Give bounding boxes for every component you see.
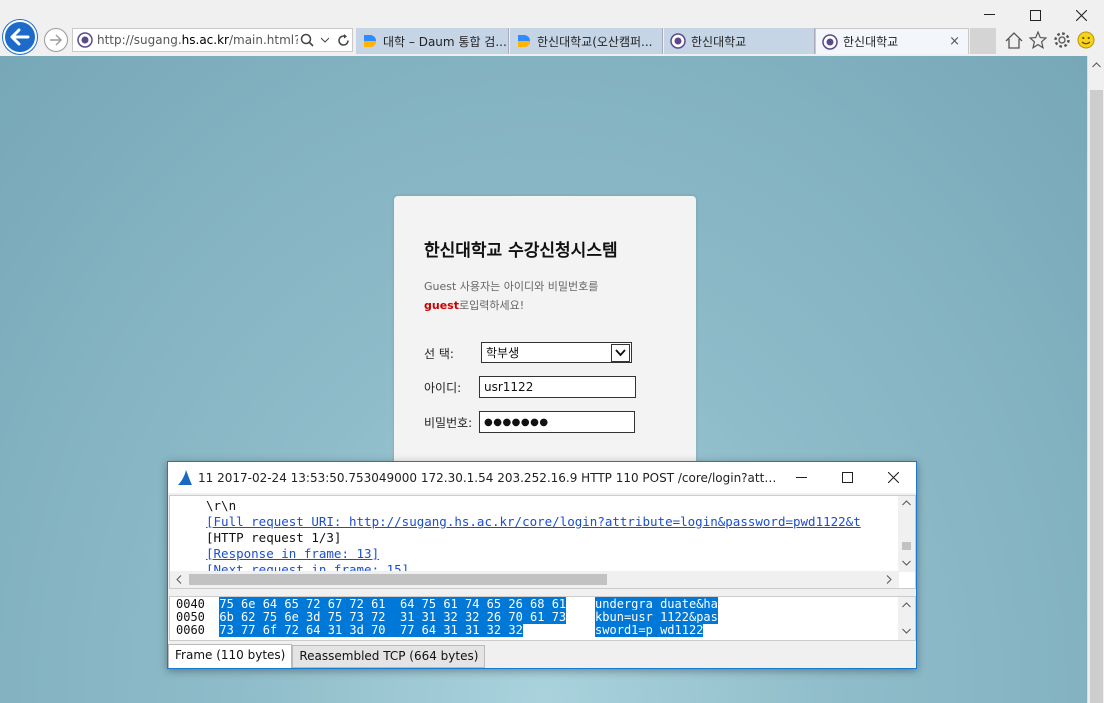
- select-label: 선 택:: [424, 347, 454, 361]
- password-label: 비밀번호:: [424, 416, 473, 430]
- star-icon: [1029, 31, 1047, 49]
- packet-bytes-pane[interactable]: 0040 75 6e 64 65 72 67 72 61 64 75 61 74…: [169, 596, 916, 641]
- arrow-right-icon: [50, 34, 62, 46]
- hex-row: 0060 73 77 6f 72 64 31 3d 70 77 64 31 31…: [176, 623, 704, 637]
- university-emblem-icon: [822, 33, 838, 50]
- university-emblem-icon: [77, 32, 93, 48]
- home-icon: [1005, 31, 1023, 49]
- tab-hanshin-osan[interactable]: 한신대학교(오산캠퍼...: [510, 28, 663, 54]
- minimize-icon: [795, 476, 807, 478]
- scrollbar-thumb[interactable]: [1090, 90, 1103, 703]
- search-icon: [300, 33, 314, 47]
- address-url[interactable]: http://sugang.hs.ac.kr/main.html?fak: [97, 33, 298, 47]
- chevron-left-icon[interactable]: [176, 575, 182, 584]
- packet-close-button[interactable]: [870, 462, 916, 493]
- select-arrow-button[interactable]: [611, 344, 630, 362]
- search-dropdown-button[interactable]: [298, 29, 316, 51]
- scroll-up-button[interactable]: [1088, 56, 1104, 73]
- refresh-button[interactable]: [334, 29, 352, 51]
- arrow-left-icon: [10, 28, 30, 46]
- response-frame-link[interactable]: [Response in frame: 13]: [206, 546, 379, 561]
- tab-close-button[interactable]: ×: [949, 34, 960, 49]
- tab-frame-bytes[interactable]: Frame (110 bytes): [168, 644, 293, 668]
- packet-maximize-button[interactable]: [824, 462, 870, 493]
- minimize-button[interactable]: [966, 0, 1012, 30]
- home-button[interactable]: [1004, 30, 1024, 50]
- id-input[interactable]: usr1122: [479, 376, 636, 398]
- password-input[interactable]: ●●●●●●●: [479, 411, 635, 433]
- detail-vertical-scrollbar[interactable]: [898, 496, 915, 572]
- packet-detail-pane[interactable]: \r\n [Full request URI: http://sugang.hs…: [169, 495, 916, 589]
- wireshark-fin-icon: [178, 469, 192, 485]
- settings-button[interactable]: [1052, 30, 1072, 50]
- guide-line-2: guest로입력하세요!: [424, 299, 525, 312]
- chevron-up-icon[interactable]: [902, 500, 911, 506]
- maximize-icon: [841, 472, 853, 483]
- chevron-up-icon[interactable]: [902, 602, 911, 608]
- detail-vscroll-thumb[interactable]: [902, 542, 911, 550]
- refresh-icon: [337, 33, 349, 46]
- detail-line: \r\n: [206, 498, 237, 513]
- chevron-right-icon[interactable]: [886, 575, 892, 584]
- close-icon: [1075, 9, 1087, 21]
- chevron-down-icon: [615, 349, 626, 357]
- back-button[interactable]: [3, 20, 37, 54]
- guide-line-1: Guest 사용자는 아이디와 비밀번호를: [424, 280, 599, 293]
- bytes-tab-bar: Frame (110 bytes) Reassembled TCP (664 b…: [168, 644, 486, 668]
- chevron-down-icon: [321, 37, 329, 43]
- page-title: 한신대학교 수강신청시스템: [424, 241, 618, 261]
- university-emblem-icon: [670, 33, 686, 49]
- close-icon: [887, 472, 899, 483]
- close-window-button[interactable]: [1058, 0, 1104, 30]
- favorites-button[interactable]: [1028, 30, 1048, 50]
- full-request-uri-link[interactable]: [Full request URI: http://sugang.hs.ac.k…: [206, 514, 861, 529]
- gear-icon: [1054, 32, 1070, 48]
- detail-hscroll-thumb[interactable]: [189, 574, 607, 585]
- detail-horizontal-scrollbar[interactable]: [170, 571, 899, 588]
- dropdown-button[interactable]: [316, 29, 334, 51]
- tab-reassembled-tcp[interactable]: Reassembled TCP (664 bytes): [292, 645, 486, 668]
- chevron-down-icon[interactable]: [902, 628, 911, 634]
- chevron-up-icon: [1092, 61, 1101, 67]
- page-scrollbar[interactable]: [1087, 56, 1104, 703]
- tab-daum-search[interactable]: 대학 – Daum 통합 검...: [356, 28, 509, 54]
- tab-hanshin-active[interactable]: 한신대학교 ×: [815, 28, 969, 54]
- packet-detail-window: 11 2017-02-24 13:53:50.753049000 172.30.…: [167, 461, 917, 669]
- daum-icon: [364, 35, 376, 47]
- address-bar[interactable]: http://sugang.hs.ac.kr/main.html?fak: [72, 28, 353, 52]
- hex-vertical-scrollbar[interactable]: [898, 597, 915, 640]
- maximize-icon: [1029, 9, 1041, 21]
- forward-button[interactable]: [44, 28, 68, 52]
- user-type-select[interactable]: 학부생: [481, 342, 632, 363]
- smiley-icon: [1077, 31, 1095, 49]
- tab-hanshin-1[interactable]: 한신대학교: [664, 28, 815, 54]
- minimize-icon: [983, 14, 995, 15]
- chevron-down-icon[interactable]: [902, 560, 911, 566]
- browser-chrome: http://sugang.hs.ac.kr/main.html?fak 대학 …: [0, 0, 1104, 56]
- daum-icon: [518, 35, 530, 47]
- id-label: 아이디:: [424, 381, 462, 395]
- guest-guide-text: Guest 사용자는 아이디와 비밀번호를 guest로입력하세요!: [424, 277, 598, 315]
- guest-highlight: guest: [424, 299, 459, 312]
- feedback-button[interactable]: [1076, 30, 1096, 50]
- maximize-button[interactable]: [1012, 0, 1058, 30]
- login-card: 한신대학교 수강신청시스템 Guest 사용자는 아이디와 비밀번호를 gues…: [394, 196, 696, 496]
- detail-line: [HTTP request 1/3]: [206, 530, 342, 545]
- packet-minimize-button[interactable]: [778, 462, 824, 493]
- new-tab-button[interactable]: [970, 28, 996, 54]
